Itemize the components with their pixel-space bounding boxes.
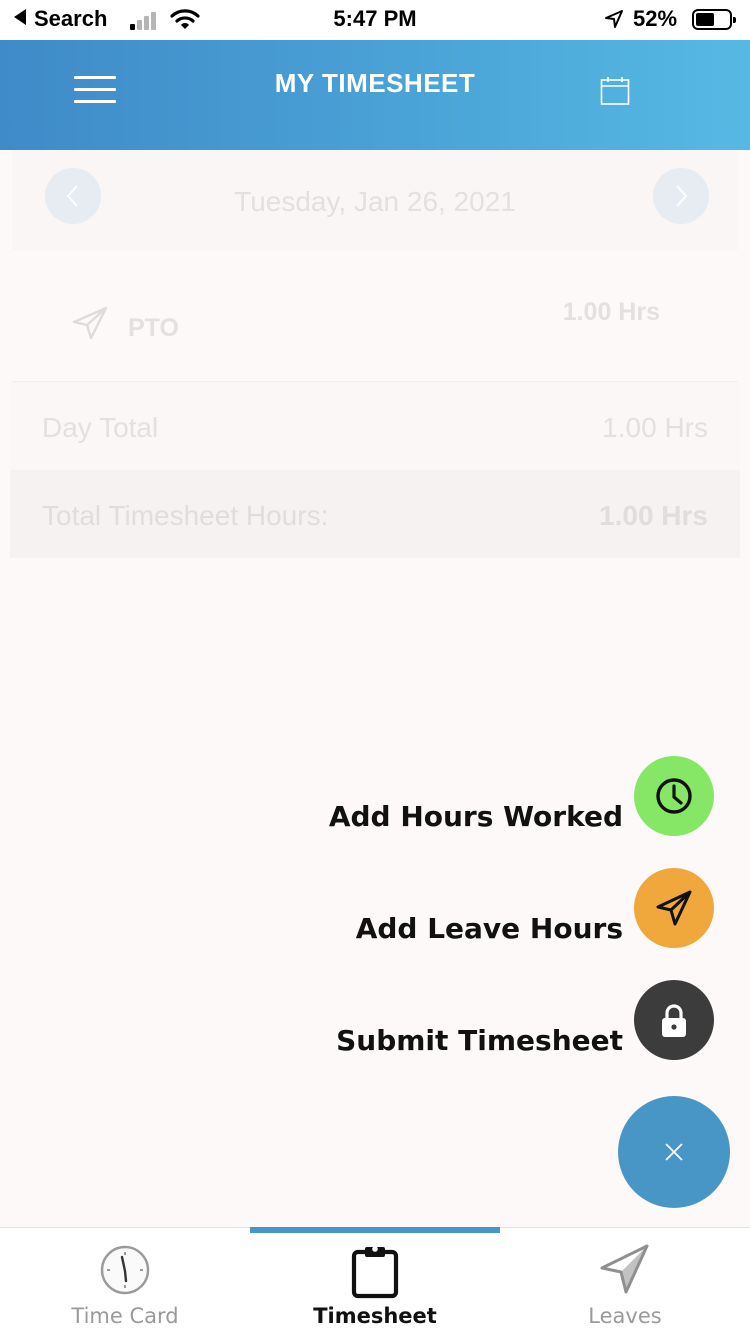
tab-leaves[interactable]: Leaves	[500, 1228, 750, 1334]
page-title: MY TIMESHEET	[274, 68, 476, 98]
close-fab-button[interactable]	[618, 1096, 730, 1208]
app-header: MY TIMESHEET	[0, 40, 750, 150]
next-day-button[interactable]	[653, 168, 709, 224]
total-timesheet-value: 1.00 Hrs	[599, 500, 708, 531]
day-total-label: Day Total	[42, 412, 159, 443]
timesheet-entry-pto[interactable]: PTO 1.00 Hrs	[12, 260, 738, 382]
submit-timesheet-label[interactable]: Submit Timesheet	[336, 1024, 623, 1057]
paper-plane-icon	[72, 306, 108, 340]
battery-icon	[692, 9, 736, 30]
add-hours-worked-button[interactable]	[634, 756, 714, 836]
paper-plane-icon	[600, 1244, 649, 1294]
day-total-value: 1.00 Hrs	[602, 412, 708, 443]
entry-type: PTO	[128, 314, 179, 342]
paper-plane-icon	[656, 890, 692, 926]
add-leave-hours-button[interactable]	[634, 868, 714, 948]
date-navigator: Tuesday, Jan 26, 2021	[12, 150, 738, 250]
tab-label: Leaves	[588, 1304, 662, 1328]
clock-icon	[656, 778, 692, 814]
chevron-right-icon	[676, 185, 688, 207]
battery-percent: 52%	[633, 6, 678, 31]
tab-timesheet[interactable]: Timesheet	[250, 1228, 500, 1334]
clipboard-icon	[351, 1246, 399, 1299]
active-tab-indicator	[250, 1227, 500, 1233]
total-timesheet-label: Total Timesheet Hours:	[42, 500, 329, 531]
lock-icon	[662, 1004, 686, 1037]
clock-icon	[100, 1245, 150, 1295]
tab-time-card[interactable]: Time Card	[0, 1228, 250, 1334]
current-date: Tuesday, Jan 26, 2021	[234, 186, 516, 217]
total-timesheet-row: Total Timesheet Hours: 1.00 Hrs	[10, 470, 740, 558]
bottom-tab-bar: Time Card Timesheet Leaves	[0, 1227, 750, 1334]
calendar-icon[interactable]	[600, 76, 630, 106]
status-bar: Search 5:47 PM 52%	[0, 0, 750, 40]
add-leave-hours-label[interactable]: Add Leave Hours	[356, 912, 623, 945]
day-total-row: Day Total 1.00 Hrs	[10, 382, 740, 470]
close-icon	[665, 1143, 683, 1161]
submit-timesheet-button[interactable]	[634, 980, 714, 1060]
tab-label: Timesheet	[313, 1304, 437, 1328]
tab-label: Time Card	[71, 1304, 179, 1328]
add-hours-worked-label[interactable]: Add Hours Worked	[329, 800, 623, 833]
location-arrow-icon	[605, 10, 623, 28]
entry-hours: 1.00 Hrs	[562, 298, 660, 326]
